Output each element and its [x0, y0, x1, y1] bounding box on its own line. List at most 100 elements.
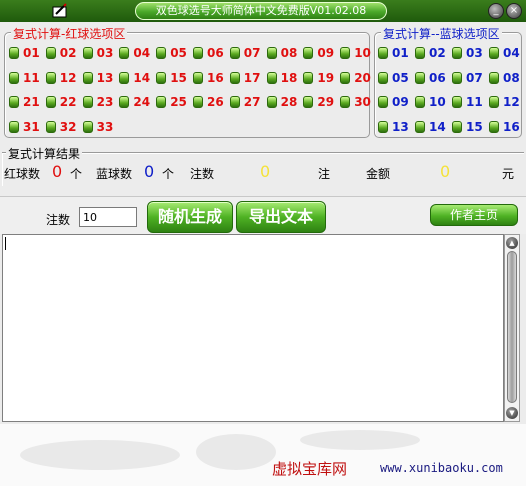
- checkbox-icon[interactable]: [378, 96, 388, 108]
- checkbox-icon[interactable]: [156, 47, 167, 59]
- checkbox-icon[interactable]: [45, 120, 56, 133]
- blue-ball-03[interactable]: 03: [452, 45, 483, 61]
- blue-ball-05[interactable]: 05: [378, 70, 409, 86]
- red-ball-11[interactable]: 11: [9, 70, 40, 86]
- red-ball-20[interactable]: 20: [340, 70, 371, 86]
- checkbox-icon[interactable]: [415, 47, 425, 59]
- checkbox-icon[interactable]: [415, 120, 425, 133]
- checkbox-icon[interactable]: [489, 120, 499, 133]
- checkbox-icon[interactable]: [452, 47, 462, 59]
- blue-ball-12[interactable]: 12: [489, 94, 520, 110]
- red-ball-04[interactable]: 04: [119, 45, 150, 61]
- blue-ball-14[interactable]: 14: [415, 119, 446, 135]
- red-ball-13[interactable]: 13: [82, 70, 113, 86]
- checkbox-icon[interactable]: [82, 120, 93, 133]
- checkbox-icon[interactable]: [45, 96, 56, 108]
- red-ball-30[interactable]: 30: [340, 94, 371, 110]
- scroll-down-icon[interactable]: ▼: [506, 407, 518, 419]
- checkbox-icon[interactable]: [415, 71, 425, 84]
- checkbox-icon[interactable]: [303, 71, 314, 84]
- blue-ball-09[interactable]: 09: [378, 94, 409, 110]
- checkbox-icon[interactable]: [9, 71, 19, 84]
- checkbox-icon[interactable]: [489, 71, 499, 84]
- red-ball-17[interactable]: 17: [229, 70, 261, 86]
- checkbox-icon[interactable]: [266, 96, 277, 108]
- red-ball-12[interactable]: 12: [45, 70, 77, 86]
- red-ball-23[interactable]: 23: [82, 94, 113, 110]
- red-ball-10[interactable]: 10: [340, 45, 371, 61]
- export-text-button[interactable]: 导出文本: [236, 201, 326, 233]
- checkbox-icon[interactable]: [119, 96, 130, 108]
- checkbox-icon[interactable]: [156, 71, 167, 84]
- checkbox-icon[interactable]: [156, 96, 167, 108]
- red-ball-31[interactable]: 31: [9, 119, 40, 135]
- close-button[interactable]: ×: [506, 3, 522, 19]
- checkbox-icon[interactable]: [340, 71, 351, 84]
- red-ball-26[interactable]: 26: [193, 94, 224, 110]
- checkbox-icon[interactable]: [193, 96, 203, 108]
- red-ball-14[interactable]: 14: [119, 70, 150, 86]
- checkbox-icon[interactable]: [82, 47, 93, 59]
- red-ball-05[interactable]: 05: [156, 45, 187, 61]
- red-ball-15[interactable]: 15: [156, 70, 187, 86]
- checkbox-icon[interactable]: [82, 71, 93, 84]
- checkbox-icon[interactable]: [452, 71, 462, 84]
- red-ball-33[interactable]: 33: [82, 119, 113, 135]
- checkbox-icon[interactable]: [119, 47, 130, 59]
- author-homepage-button[interactable]: 作者主页: [430, 204, 518, 226]
- blue-ball-16[interactable]: 16: [489, 119, 520, 135]
- checkbox-icon[interactable]: [193, 71, 203, 84]
- red-ball-28[interactable]: 28: [266, 94, 297, 110]
- red-ball-29[interactable]: 29: [303, 94, 334, 110]
- checkbox-icon[interactable]: [45, 47, 56, 59]
- blue-ball-08[interactable]: 08: [489, 70, 520, 86]
- blue-ball-02[interactable]: 02: [415, 45, 446, 61]
- checkbox-icon[interactable]: [489, 47, 499, 59]
- blue-ball-13[interactable]: 13: [378, 119, 409, 135]
- red-ball-16[interactable]: 16: [193, 70, 224, 86]
- red-ball-07[interactable]: 07: [229, 45, 261, 61]
- red-ball-09[interactable]: 09: [303, 45, 334, 61]
- random-generate-button[interactable]: 随机生成: [147, 201, 233, 233]
- red-ball-27[interactable]: 27: [229, 94, 261, 110]
- blue-ball-04[interactable]: 04: [489, 45, 520, 61]
- checkbox-icon[interactable]: [415, 96, 425, 108]
- blue-ball-01[interactable]: 01: [378, 45, 409, 61]
- checkbox-icon[interactable]: [489, 96, 499, 108]
- checkbox-icon[interactable]: [452, 120, 462, 133]
- red-ball-18[interactable]: 18: [266, 70, 297, 86]
- checkbox-icon[interactable]: [340, 96, 351, 108]
- checkbox-icon[interactable]: [9, 96, 19, 108]
- red-ball-24[interactable]: 24: [119, 94, 150, 110]
- blue-ball-06[interactable]: 06: [415, 70, 446, 86]
- checkbox-icon[interactable]: [45, 71, 56, 84]
- bets-input[interactable]: [79, 207, 137, 227]
- minimize-button[interactable]: _: [488, 3, 504, 19]
- checkbox-icon[interactable]: [229, 71, 240, 84]
- checkbox-icon[interactable]: [82, 96, 93, 108]
- scroll-up-icon[interactable]: ▲: [506, 237, 518, 249]
- checkbox-icon[interactable]: [378, 71, 388, 84]
- checkbox-icon[interactable]: [378, 120, 388, 133]
- scroll-thumb[interactable]: [507, 251, 517, 403]
- checkbox-icon[interactable]: [9, 47, 19, 59]
- checkbox-icon[interactable]: [378, 47, 388, 59]
- red-ball-32[interactable]: 32: [45, 119, 77, 135]
- red-ball-06[interactable]: 06: [193, 45, 224, 61]
- red-ball-22[interactable]: 22: [45, 94, 77, 110]
- blue-ball-07[interactable]: 07: [452, 70, 483, 86]
- blue-ball-11[interactable]: 11: [452, 94, 483, 110]
- checkbox-icon[interactable]: [452, 96, 462, 108]
- red-ball-21[interactable]: 21: [9, 94, 40, 110]
- checkbox-icon[interactable]: [119, 71, 130, 84]
- red-ball-19[interactable]: 19: [303, 70, 334, 86]
- red-ball-01[interactable]: 01: [9, 45, 40, 61]
- red-ball-08[interactable]: 08: [266, 45, 297, 61]
- checkbox-icon[interactable]: [303, 96, 314, 108]
- checkbox-icon[interactable]: [229, 96, 240, 108]
- blue-ball-15[interactable]: 15: [452, 119, 483, 135]
- red-ball-02[interactable]: 02: [45, 45, 77, 61]
- output-textarea[interactable]: [2, 234, 504, 422]
- checkbox-icon[interactable]: [229, 47, 240, 59]
- checkbox-icon[interactable]: [303, 47, 314, 59]
